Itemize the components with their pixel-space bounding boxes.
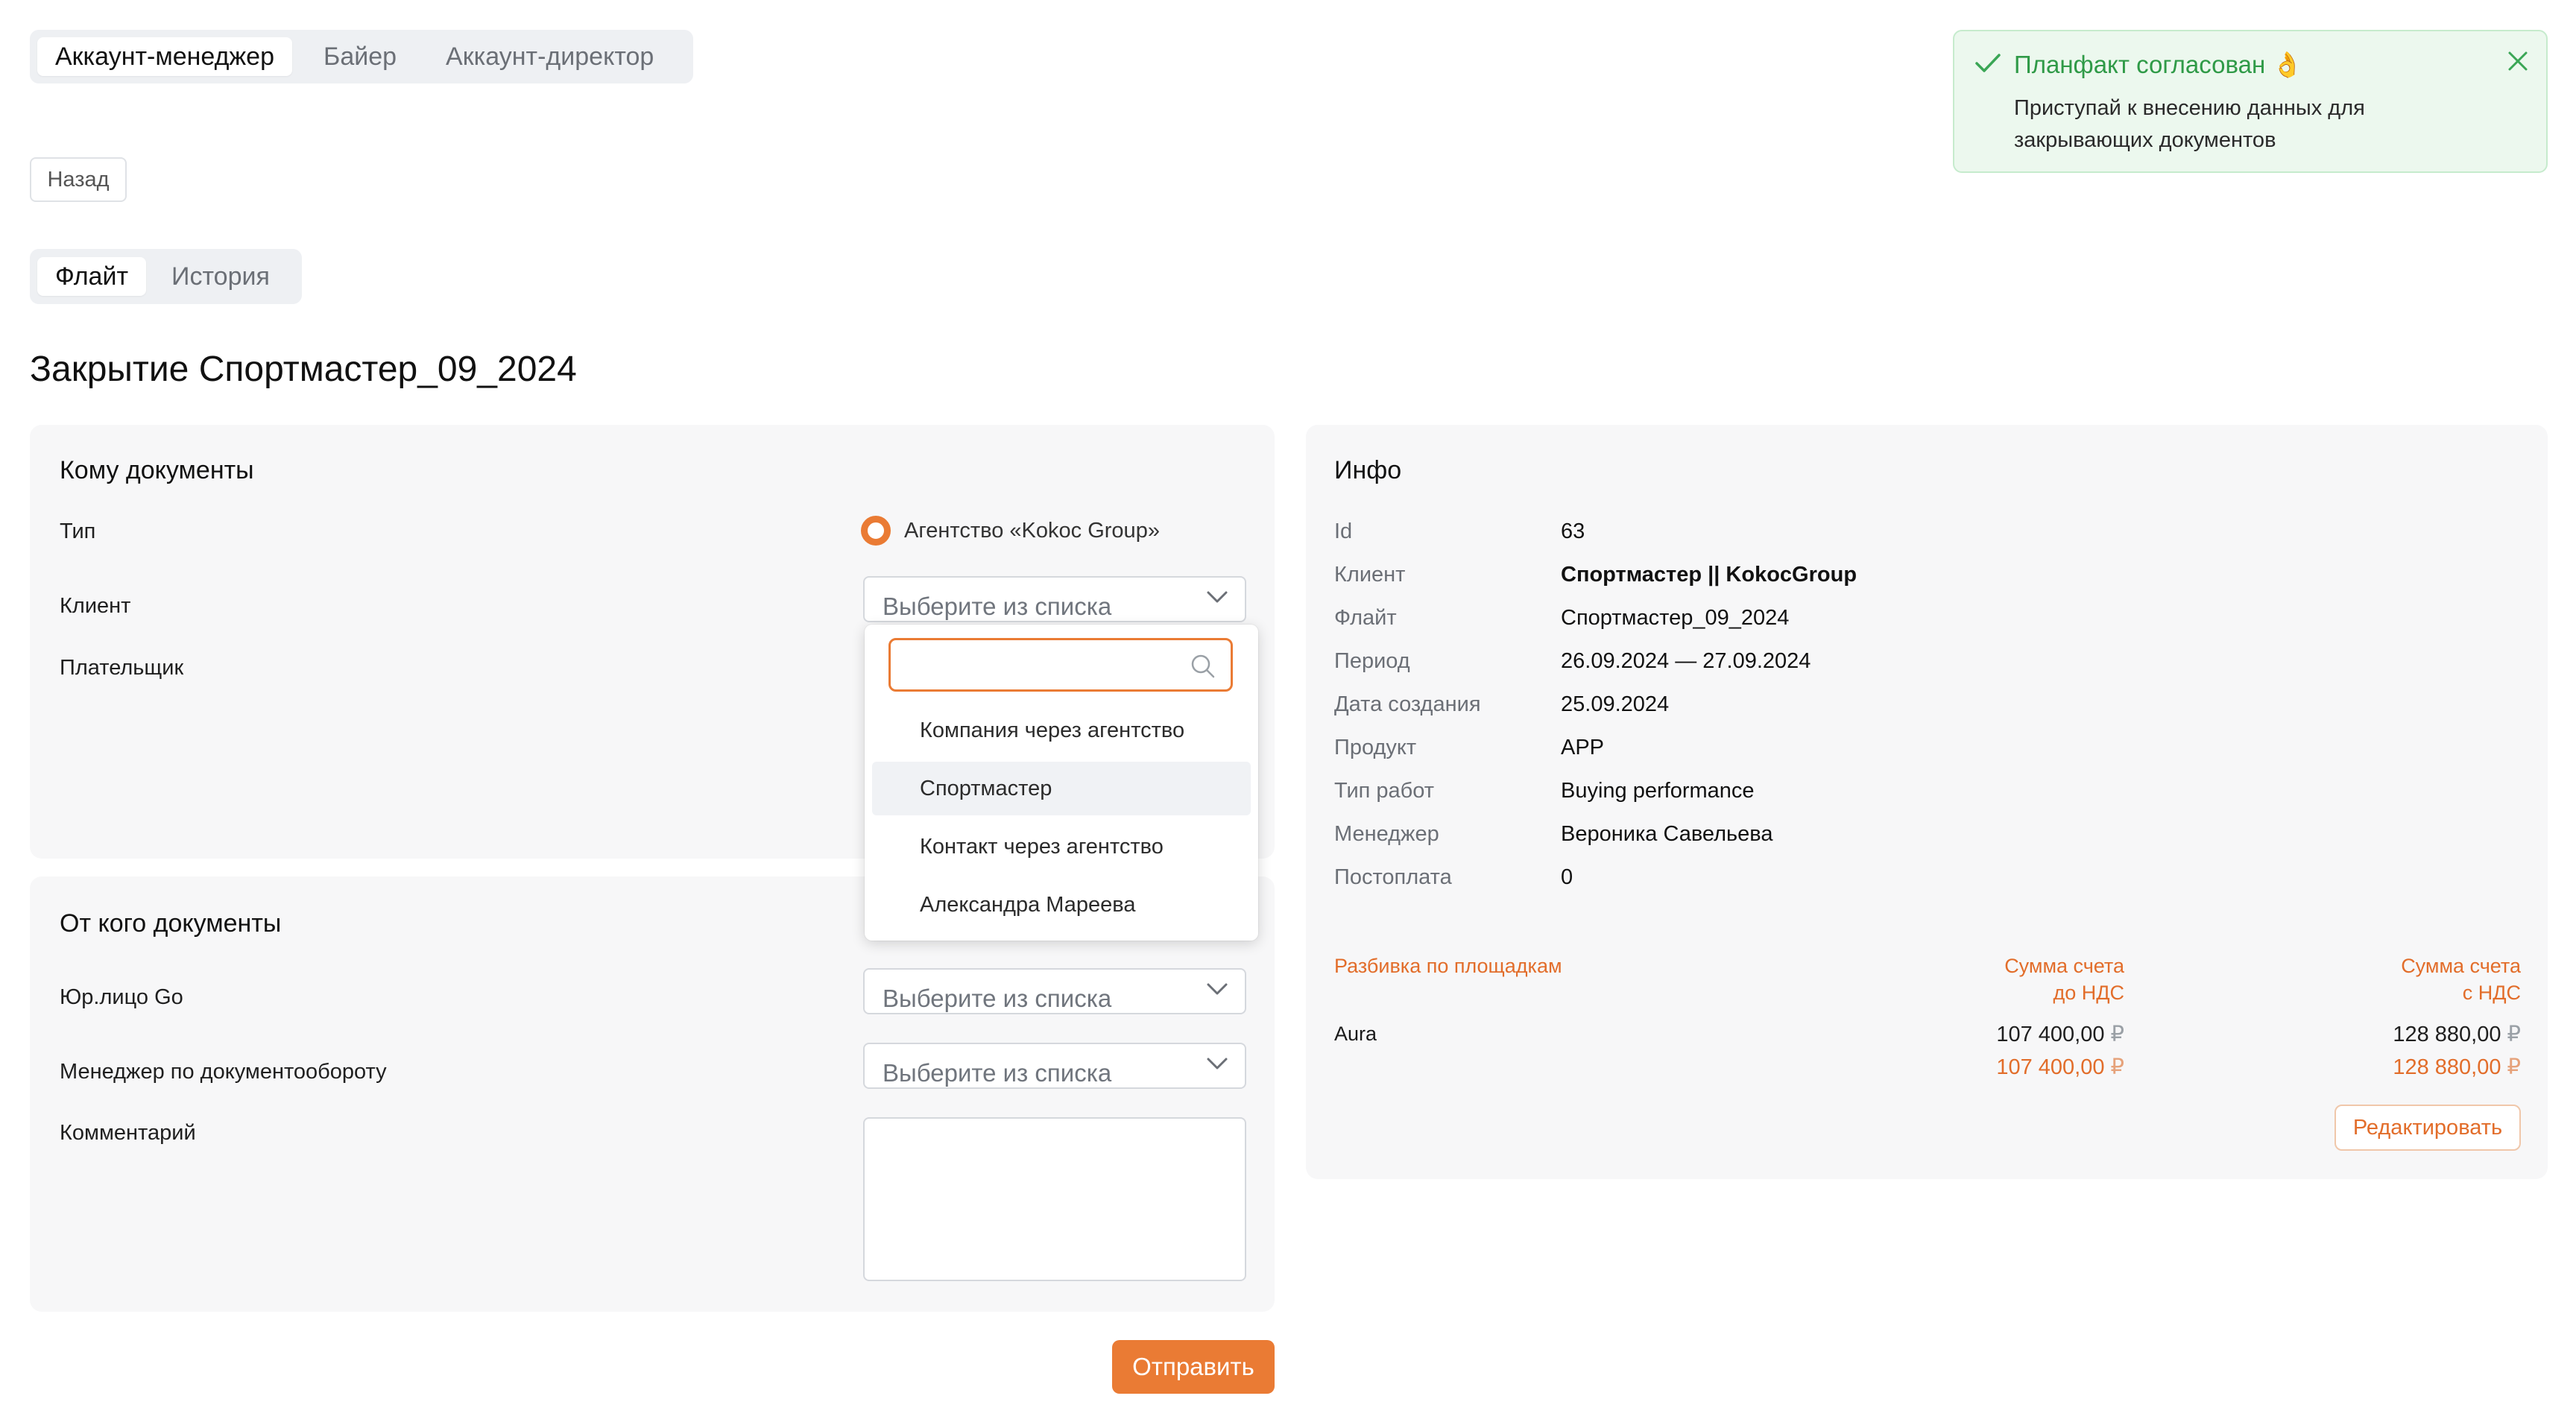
ruble-icon: ₽	[2507, 1023, 2521, 1046]
table-row-pre-vat: 107 400,00 ₽	[1908, 1021, 2124, 1047]
ruble-icon: ₽	[2507, 1055, 2521, 1079]
type-option-label: Агентство «Kokoc Group»	[904, 518, 1160, 543]
info-key: Период	[1334, 649, 1410, 673]
dropdown-option-hovered[interactable]: Спортмастер	[872, 762, 1251, 815]
amount-value: 107 400,00	[1996, 1023, 2105, 1046]
info-key: Тип работ	[1334, 779, 1435, 803]
table-header-platforms: Разбивка по площадкам	[1334, 955, 1562, 977]
dropdown-option[interactable]: Александра Мареева	[872, 878, 1251, 932]
submit-button[interactable]: Отправить	[1112, 1340, 1275, 1394]
info-value: Buying performance	[1561, 779, 1755, 803]
info-value: Спортмастер || KokocGroup	[1561, 563, 1857, 587]
info-value: APP	[1561, 736, 1605, 759]
amount-value: 128 880,00	[2393, 1055, 2501, 1079]
info-key: Флайт	[1334, 606, 1397, 630]
legal-entity-select[interactable]: Выберите из списка	[863, 968, 1246, 1014]
radio-selected-icon[interactable]	[861, 516, 891, 546]
table-header-pre-vat: Сумма счета до НДС	[1908, 952, 2124, 1006]
tab-history[interactable]: История	[154, 257, 288, 296]
info-key: Дата создания	[1334, 692, 1481, 716]
client-select-placeholder: Выберите из списка	[883, 593, 1112, 620]
page-root: Аккаунт-менеджер Байер Аккаунт-директор …	[0, 0, 2576, 1428]
info-key: Клиент	[1334, 563, 1406, 587]
tab-account-director[interactable]: Аккаунт-директор	[428, 37, 672, 76]
chevron-down-icon	[1207, 1058, 1228, 1070]
legal-entity-label: Юр.лицо Go	[60, 985, 183, 1009]
amount-value: 107 400,00	[1996, 1055, 2105, 1079]
type-label: Тип	[60, 519, 96, 543]
table-row-post-vat: 128 880,00 ₽	[2305, 1021, 2521, 1047]
doc-manager-label: Менеджер по документообороту	[60, 1060, 387, 1084]
client-select[interactable]: Выберите из списка	[863, 576, 1246, 622]
comment-label: Комментарий	[60, 1121, 196, 1145]
comment-textarea[interactable]	[863, 1117, 1246, 1281]
info-key: Id	[1334, 519, 1353, 543]
amount-value: 128 880,00	[2393, 1023, 2501, 1046]
chevron-down-icon	[1207, 591, 1228, 603]
tab-account-manager[interactable]: Аккаунт-менеджер	[37, 37, 292, 76]
tab-buyer[interactable]: Байер	[306, 37, 414, 76]
success-toast: Планфакт согласован 👌 Приступай к внесен…	[1953, 30, 2548, 173]
page-title: Закрытие Спортмастер_09_2024	[30, 350, 577, 389]
type-radio-option[interactable]: Агентство «Kokoc Group»	[861, 514, 1160, 547]
info-title: Инфо	[1334, 456, 1402, 484]
edit-button[interactable]: Редактировать	[2334, 1105, 2521, 1151]
table-header-post-vat-line2: с НДС	[2462, 982, 2521, 1004]
info-value: 26.09.2024 — 27.09.2024	[1561, 649, 1811, 673]
to-documents-title: Кому документы	[60, 456, 254, 484]
table-header-post-vat-line1: Сумма счета	[2401, 955, 2521, 977]
table-total-pre-vat: 107 400,00 ₽	[1908, 1054, 2124, 1080]
view-tabs: Флайт История	[30, 249, 302, 304]
info-key: Продукт	[1334, 736, 1417, 759]
client-label: Клиент	[60, 594, 131, 618]
chevron-down-icon	[1207, 983, 1228, 995]
doc-manager-placeholder: Выберите из списка	[883, 1059, 1112, 1087]
table-total-post-vat: 128 880,00 ₽	[2305, 1054, 2521, 1080]
back-button[interactable]: Назад	[30, 157, 127, 202]
table-row-platform: Aura	[1334, 1023, 1377, 1045]
toast-body: Приступай к внесению данных для закрываю…	[2014, 96, 2365, 152]
tab-flight[interactable]: Флайт	[37, 257, 147, 296]
table-header-pre-vat-line2: до НДС	[2053, 982, 2124, 1004]
check-icon	[1975, 54, 2001, 72]
doc-manager-select[interactable]: Выберите из списка	[863, 1043, 1246, 1089]
info-value: Вероника Савельева	[1561, 822, 1773, 846]
info-key: Постоплата	[1334, 865, 1452, 889]
legal-entity-placeholder: Выберите из списка	[883, 985, 1112, 1012]
search-icon	[1191, 654, 1215, 678]
info-value: 0	[1561, 865, 1573, 889]
close-icon[interactable]	[2506, 49, 2530, 73]
client-dropdown: Компания через агентство Спортмастер Кон…	[865, 625, 1258, 941]
info-key: Менеджер	[1334, 822, 1439, 846]
info-value: 25.09.2024	[1561, 692, 1670, 716]
ruble-icon: ₽	[2110, 1023, 2124, 1046]
payer-label: Плательщик	[60, 656, 184, 680]
table-header-pre-vat-line1: Сумма счета	[2004, 955, 2124, 977]
dropdown-option[interactable]: Контакт через агентство	[872, 820, 1251, 873]
info-value: Спортмастер_09_2024	[1561, 606, 1790, 630]
role-tabs: Аккаунт-менеджер Байер Аккаунт-директор	[30, 30, 693, 83]
dropdown-search-input[interactable]	[888, 638, 1233, 692]
toast-title: Планфакт согласован 👌	[2014, 51, 2303, 78]
from-documents-title: От кого документы	[60, 909, 282, 938]
info-value: 63	[1561, 519, 1585, 543]
ruble-icon: ₽	[2110, 1055, 2124, 1079]
table-header-post-vat: Сумма счета с НДС	[2305, 952, 2521, 1006]
dropdown-option[interactable]: Компания через агентство	[872, 704, 1251, 757]
